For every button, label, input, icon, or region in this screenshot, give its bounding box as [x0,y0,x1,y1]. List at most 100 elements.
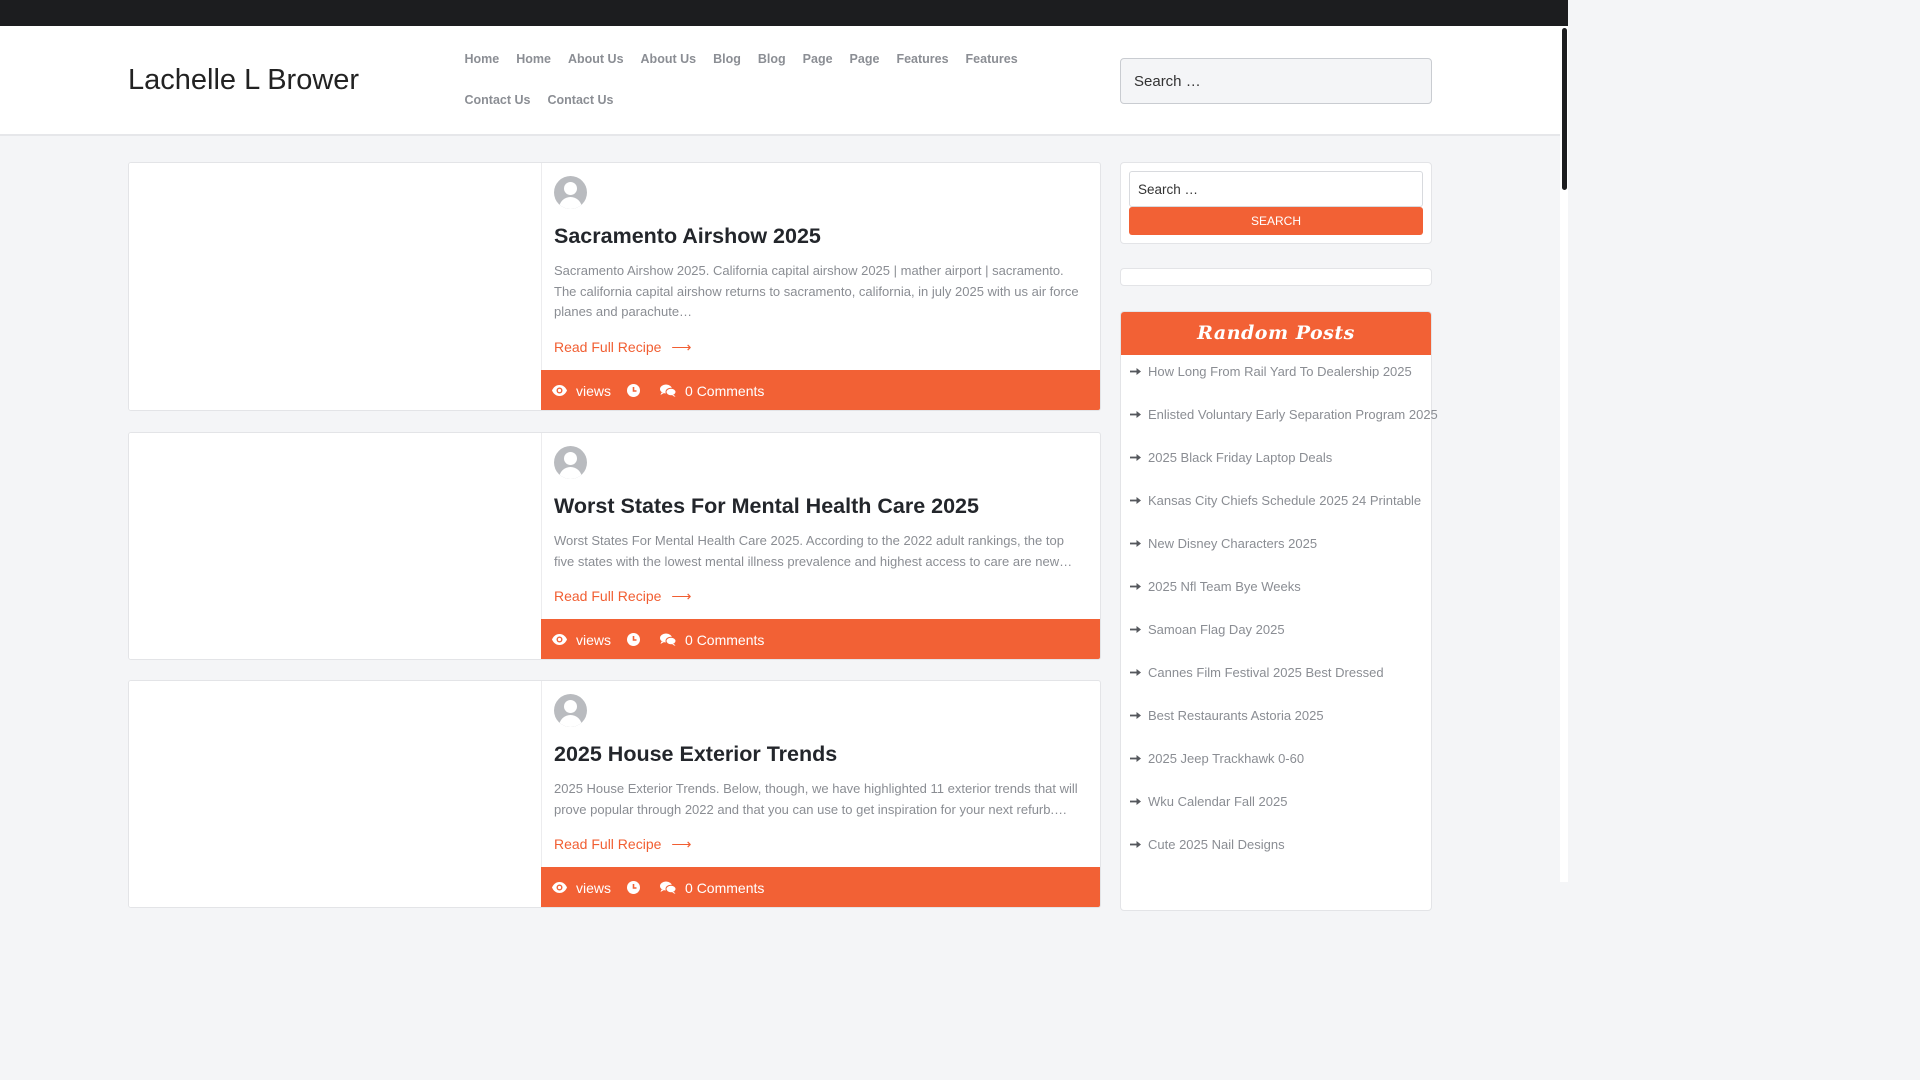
random-post-label: How Long From Rail Yard To Dealership 20… [1148,364,1412,379]
views-label: views [576,382,612,399]
long-arrow-right-icon [1130,454,1141,461]
random-post-link[interactable]: Cannes Film Festival 2025 Best Dressed [1121,656,1431,699]
read-more-label: Read Full Recipe [554,588,662,604]
eye-icon [552,634,567,645]
author-avatar[interactable] [554,694,587,727]
nav-item-blog[interactable]: Blog [749,40,794,81]
comments-meta[interactable]: 0 Comments [660,880,764,896]
clock-icon [627,633,641,646]
nav-item-home[interactable]: Home [456,40,508,81]
long-arrow-right-icon: ⟶ [671,836,692,852]
nav-item-about-us[interactable]: About Us [632,40,705,81]
long-arrow-right-icon [1130,626,1141,633]
random-post-link[interactable]: 2025 Jeep Trackhawk 0-60 [1121,742,1431,785]
post-card: Sacramento Airshow 2025 Sacramento Airsh… [128,162,1101,411]
header-search-input[interactable] [1120,58,1432,104]
clock-icon [627,881,641,894]
long-arrow-right-icon [1130,798,1141,805]
random-post-label: Best Restaurants Astoria 2025 [1148,708,1324,723]
long-arrow-right-icon [1130,497,1141,504]
random-post-label: Wku Calendar Fall 2025 [1148,794,1288,809]
comments-count: 0 Comments [685,631,765,648]
long-arrow-right-icon [1130,411,1141,418]
long-arrow-right-icon: ⟶ [671,588,692,604]
long-arrow-right-icon [1130,540,1141,547]
random-post-label: Cannes Film Festival 2025 Best Dressed [1148,665,1384,680]
long-arrow-right-icon [1130,583,1141,590]
post-thumbnail[interactable] [129,681,542,907]
scrollbar-thumb[interactable] [1562,28,1567,190]
post-excerpt: Sacramento Airshow 2025. California capi… [554,263,1079,319]
nav-item-page[interactable]: Page [841,40,888,81]
post-meta-bar: views 0 Comments [541,867,1100,907]
comments-meta[interactable]: 0 Comments [660,632,764,648]
long-arrow-right-icon [1130,841,1141,848]
random-posts-list: How Long From Rail Yard To Dealership 20… [1121,355,1438,871]
read-more-link[interactable]: Read Full Recipe ⟶ [554,588,691,605]
post-title[interactable]: Worst States For Mental Health Care 2025 [554,494,979,519]
read-more-label: Read Full Recipe [554,836,662,852]
read-more-label: Read Full Recipe [554,339,662,355]
random-post-link[interactable]: Enlisted Voluntary Early Separation Prog… [1121,398,1438,441]
post-thumbnail[interactable] [129,433,542,659]
random-posts-widget: Random Posts How Long From Rail Yard To … [1120,311,1438,911]
long-arrow-right-icon [1130,712,1141,719]
nav-item-features[interactable]: Features [888,40,957,81]
random-post-link[interactable]: Samoan Flag Day 2025 [1121,613,1431,656]
random-post-label: 2025 Nfl Team Bye Weeks [1148,579,1301,594]
nav-item-page[interactable]: Page [794,40,841,81]
long-arrow-right-icon: ⟶ [671,339,692,355]
views-label: views [576,631,612,648]
post-meta-bar: views 0 Comments [541,619,1100,659]
random-post-label: 2025 Black Friday Laptop Deals [1148,450,1333,465]
main-nav: Home Home About Us About Us Blog Blog Pa… [456,40,1106,122]
long-arrow-right-icon [1130,368,1141,375]
post-excerpt: 2025 House Exterior Trends. Below, thoug… [554,781,1078,817]
long-arrow-right-icon [1130,755,1141,762]
random-post-label: Cute 2025 Nail Designs [1148,837,1285,852]
eye-icon [552,882,567,893]
post-excerpt: Worst States For Mental Health Care 2025… [554,533,1073,569]
random-post-label: New Disney Characters 2025 [1148,536,1318,551]
random-post-link[interactable]: Kansas City Chiefs Schedule 2025 24 Prin… [1121,484,1431,527]
random-post-link[interactable]: How Long From Rail Yard To Dealership 20… [1121,355,1431,398]
comments-icon [660,384,677,397]
author-avatar[interactable] [554,446,587,479]
random-post-link[interactable]: New Disney Characters 2025 [1121,527,1431,570]
views-meta: views [552,880,611,896]
nav-item-about-us[interactable]: About Us [559,40,632,81]
sidebar-search-input[interactable] [1129,171,1423,207]
post-title[interactable]: 2025 House Exterior Trends [554,742,837,767]
views-meta: views [552,632,611,648]
random-post-link[interactable]: 2025 Nfl Team Bye Weeks [1121,570,1431,613]
long-arrow-right-icon [1130,669,1141,676]
post-meta-bar: views 0 Comments [541,370,1100,410]
post-title[interactable]: Sacramento Airshow 2025 [554,224,821,249]
random-post-link[interactable]: 2025 Black Friday Laptop Deals [1121,441,1431,484]
read-more-link[interactable]: Read Full Recipe ⟶ [554,836,691,853]
nav-item-home[interactable]: Home [508,40,560,81]
random-post-label: Kansas City Chiefs Schedule 2025 24 Prin… [1148,493,1422,508]
nav-item-contact-us[interactable]: Contact Us [539,81,622,122]
post-thumbnail[interactable] [129,163,542,410]
read-more-link[interactable]: Read Full Recipe ⟶ [554,339,691,356]
random-posts-title: Random Posts [1121,312,1431,355]
nav-item-features[interactable]: Features [957,40,1026,81]
random-post-link[interactable]: Cute 2025 Nail Designs [1121,828,1431,871]
views-label: views [576,879,612,896]
random-post-label: Samoan Flag Day 2025 [1148,622,1285,637]
random-post-link[interactable]: Wku Calendar Fall 2025 [1121,785,1431,828]
post-card: 2025 House Exterior Trends 2025 House Ex… [128,680,1101,908]
comments-meta[interactable]: 0 Comments [660,383,764,399]
random-post-label: 2025 Jeep Trackhawk 0-60 [1148,751,1305,766]
random-post-label: Enlisted Voluntary Early Separation Prog… [1148,407,1438,422]
site-header: Lachelle L Brower Home Home About Us Abo… [0,26,1560,136]
nav-item-blog[interactable]: Blog [705,40,750,81]
sidebar-search-button[interactable]: Search [1129,207,1423,235]
author-avatar[interactable] [554,176,587,209]
post-card: Worst States For Mental Health Care 2025… [128,432,1101,660]
nav-item-contact-us[interactable]: Contact Us [456,81,539,122]
views-meta: views [552,383,611,399]
site-title[interactable]: Lachelle L Brower [128,64,359,97]
random-post-link[interactable]: Best Restaurants Astoria 2025 [1121,699,1431,742]
